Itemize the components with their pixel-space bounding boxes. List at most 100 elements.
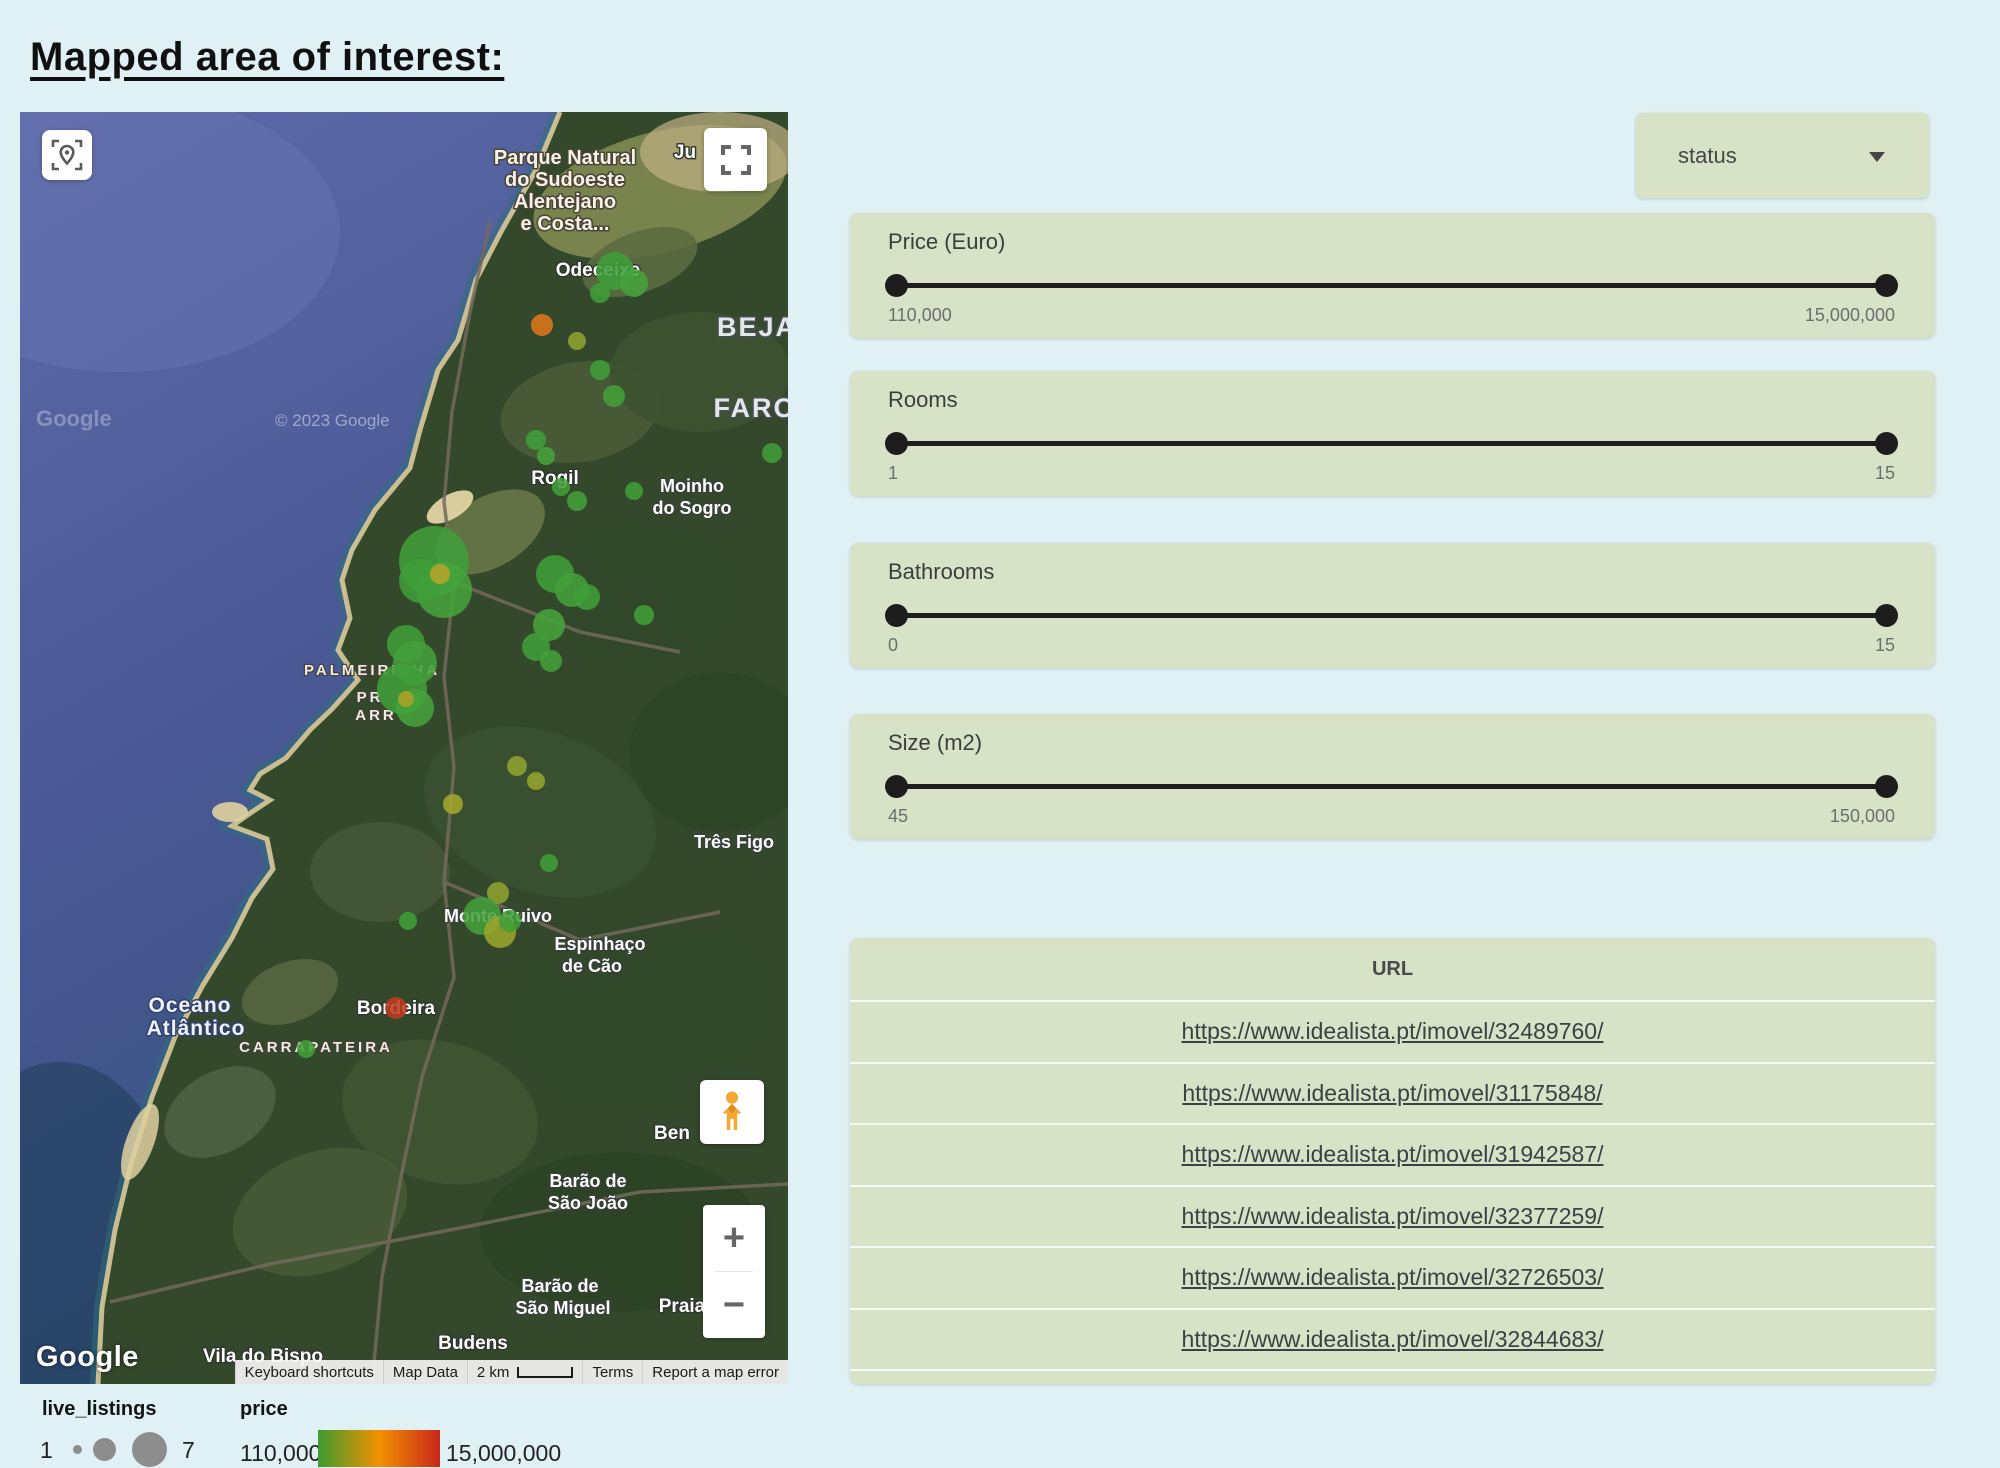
map-label: © 2023 Google (275, 411, 390, 430)
price-slider-min-value: 110,000 (888, 305, 952, 326)
listing-link[interactable]: https://www.idealista.pt/imovel/32726503… (1182, 1264, 1604, 1291)
rooms-slider-track[interactable] (896, 441, 1887, 446)
map-label: CARRAPATEIRA (239, 1039, 393, 1056)
map-data-link[interactable]: Map Data (383, 1360, 467, 1384)
price-slider-max-handle[interactable] (1875, 274, 1898, 297)
map-label: Espinhaço (554, 934, 645, 954)
price-slider-track[interactable] (896, 283, 1887, 288)
map-label: do Sudoeste (505, 169, 625, 191)
status-dropdown[interactable]: status (1636, 113, 1929, 198)
map-label: Oceano (148, 994, 231, 1017)
listing-dot[interactable] (552, 478, 570, 496)
table-row: https://www.idealista.pt/imovel/32489760… (850, 1000, 1935, 1062)
pegman-button[interactable] (700, 1080, 764, 1144)
bathrooms-slider-min-handle[interactable] (885, 604, 908, 627)
bathrooms-slider-min-value: 0 (888, 635, 898, 656)
rooms-slider-max-handle[interactable] (1875, 432, 1898, 455)
size-slider-track[interactable] (896, 784, 1887, 789)
status-dropdown-label: status (1678, 143, 1737, 169)
listing-dot[interactable] (399, 912, 417, 930)
listing-dot[interactable] (537, 447, 555, 465)
url-table: URL https://www.idealista.pt/imovel/3248… (850, 938, 1935, 1384)
listing-dot[interactable] (567, 491, 587, 511)
listing-dot[interactable] (443, 794, 463, 814)
map-scale: 2 km (467, 1360, 583, 1384)
map-label: São Miguel (515, 1298, 610, 1318)
map-label: Alentejano (514, 191, 616, 213)
listing-dot[interactable] (526, 430, 546, 450)
map-attribution-bar: Keyboard shortcuts Map Data 2 km Terms R… (235, 1360, 788, 1384)
map-label: e Costa... (521, 213, 610, 235)
listing-dot[interactable] (574, 584, 600, 610)
keyboard-shortcuts-link[interactable]: Keyboard shortcuts (235, 1360, 383, 1384)
listing-dot[interactable] (634, 605, 654, 625)
map[interactable]: Parque Naturaldo SudoesteAlentejanoe Cos… (20, 112, 788, 1384)
map-label: Ben (654, 1123, 690, 1144)
price-slider-max-value: 15,000,000 (1805, 305, 1895, 326)
pegman-icon (715, 1090, 749, 1134)
size-dot-small (73, 1445, 82, 1454)
map-zoom-control: + − (703, 1205, 765, 1338)
price-slider-label: Price (Euro) (888, 229, 1005, 255)
listing-dot[interactable] (603, 385, 625, 407)
map-label: Atlântico (147, 1017, 246, 1040)
map-label: Três Figo (694, 832, 774, 852)
price-slider-min-handle[interactable] (885, 274, 908, 297)
map-draw-region-button[interactable] (42, 130, 92, 180)
terms-link[interactable]: Terms (582, 1360, 642, 1384)
listing-dot[interactable] (540, 650, 562, 672)
color-legend-max: 15,000,000 (446, 1440, 561, 1467)
size-slider-max-handle[interactable] (1875, 775, 1898, 798)
map-canvas[interactable]: Parque Naturaldo SudoesteAlentejanoe Cos… (20, 112, 788, 1384)
bathrooms-slider-track[interactable] (896, 613, 1887, 618)
listing-dot[interactable] (531, 314, 553, 336)
zoom-out-button[interactable]: − (703, 1272, 765, 1338)
listing-link[interactable]: https://www.idealista.pt/imovel/31175848… (1182, 1080, 1602, 1107)
listing-link[interactable]: https://www.idealista.pt/imovel/32377259… (1182, 1203, 1604, 1230)
map-label: Praia (659, 1296, 706, 1317)
listing-link[interactable]: https://www.idealista.pt/imovel/31942587… (1182, 1141, 1604, 1168)
size-legend-max: 7 (182, 1437, 195, 1464)
zoom-in-button[interactable]: + (703, 1205, 765, 1271)
size-slider-max-value: 150,000 (1830, 806, 1895, 827)
map-label: São João (548, 1193, 628, 1213)
listing-dot[interactable] (590, 283, 610, 303)
listing-dot[interactable] (590, 360, 610, 380)
map-label: Budens (438, 1333, 508, 1354)
listing-link[interactable]: https://www.idealista.pt/imovel/32489760… (1182, 1018, 1604, 1045)
bathrooms-slider-max-handle[interactable] (1875, 604, 1898, 627)
listing-dot[interactable] (762, 443, 782, 463)
table-row: https://www.idealista.pt/imovel/32726503… (850, 1246, 1935, 1308)
report-map-error-link[interactable]: Report a map error (642, 1360, 788, 1384)
price-color-gradient (318, 1430, 440, 1467)
listing-dot[interactable] (620, 269, 648, 297)
listing-dot[interactable] (385, 997, 407, 1019)
listing-dot[interactable] (297, 1040, 315, 1058)
listing-dot[interactable] (398, 691, 414, 707)
map-label: do Sogro (653, 498, 732, 518)
google-logo[interactable]: Google (36, 1341, 139, 1374)
size-slider-min-handle[interactable] (885, 775, 908, 798)
listing-dot[interactable] (625, 482, 643, 500)
map-label: de Cão (562, 956, 622, 976)
listing-dot[interactable] (430, 564, 450, 584)
listing-dot[interactable] (527, 772, 545, 790)
map-fullscreen-button[interactable] (704, 128, 767, 191)
listing-link[interactable]: https://www.idealista.pt/imovel/32844683… (1182, 1326, 1604, 1353)
bathrooms-slider-max-value: 15 (1875, 635, 1895, 656)
url-table-header: URL (850, 938, 1935, 1000)
listing-dot[interactable] (499, 910, 521, 932)
listing-dot[interactable] (568, 332, 586, 350)
listing-dot[interactable] (540, 854, 558, 872)
scale-label: 2 km (477, 1364, 510, 1381)
size-dot-large (132, 1432, 167, 1467)
listing-dot[interactable] (507, 756, 527, 776)
table-row: https://www.idealista.pt/imovel/32844683… (850, 1308, 1935, 1370)
map-label: Parque Natural (494, 147, 636, 169)
rooms-slider-max-value: 15 (1875, 463, 1895, 484)
map-label: Moinho (660, 476, 724, 496)
fullscreen-icon (719, 143, 753, 177)
rooms-slider-min-handle[interactable] (885, 432, 908, 455)
map-label: Google (36, 406, 112, 431)
table-row: https://www.idealista.pt/imovel/32049204… (850, 1369, 1935, 1384)
